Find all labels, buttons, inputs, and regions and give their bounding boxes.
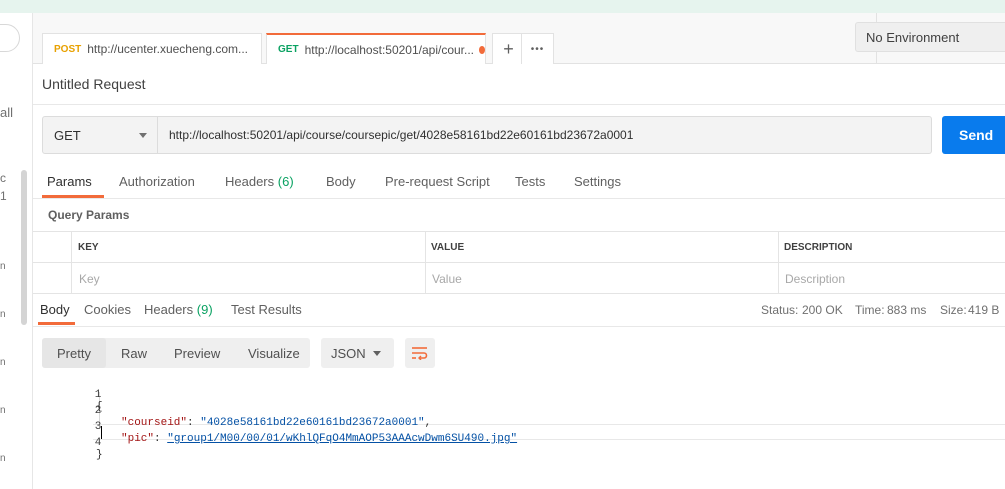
sidebar: all c 1 n n n n n: [0, 13, 33, 489]
active-tab-indicator: [38, 322, 75, 325]
method-value: GET: [54, 127, 81, 143]
tab-params[interactable]: Params: [47, 174, 92, 189]
format-pretty-button[interactable]: Pretty: [57, 346, 91, 361]
divider: [33, 104, 1005, 105]
tab-settings[interactable]: Settings: [574, 174, 621, 189]
environment-selector[interactable]: No Environment: [855, 22, 1005, 52]
code-text: }: [96, 449, 103, 461]
tab-get-request[interactable]: GET http://localhost:50201/api/cour...: [266, 33, 486, 64]
time-value[interactable]: 883 ms: [887, 303, 926, 317]
active-tab-indicator: [42, 195, 104, 198]
format-raw-button[interactable]: Raw: [121, 346, 147, 361]
wrap-lines-button[interactable]: [405, 338, 435, 368]
tab-cookies[interactable]: Cookies: [84, 302, 131, 317]
tab-headers[interactable]: Headers (6): [225, 174, 294, 189]
request-title[interactable]: Untitled Request: [42, 76, 146, 92]
sidebar-fragment: 1: [0, 189, 7, 203]
unsaved-dot-icon: [479, 45, 485, 54]
query-params-label: Query Params: [48, 208, 130, 222]
url-input[interactable]: http://localhost:50201/api/course/course…: [157, 116, 932, 154]
method-select[interactable]: GET: [42, 116, 158, 154]
status-value[interactable]: 200 OK: [802, 303, 843, 317]
format-visualize-button[interactable]: Visualize: [248, 346, 300, 361]
sidebar-scrollbar[interactable]: [21, 170, 27, 325]
tab-prerequest-script[interactable]: Pre-request Script: [385, 174, 490, 189]
tab-options-button[interactable]: •••: [521, 33, 554, 64]
tab-headers-label: Headers: [225, 174, 275, 189]
top-strip: [0, 0, 1005, 13]
tab-body[interactable]: Body: [326, 174, 356, 189]
tab-response-headers[interactable]: Headers (9): [144, 302, 213, 317]
format-toggle: Pretty Raw Preview Visualize: [42, 338, 310, 368]
value-input[interactable]: Value: [432, 272, 462, 286]
column-header-description: DESCRIPTION: [784, 242, 853, 253]
sidebar-fragment: n: [0, 357, 6, 368]
headers-count: (6): [277, 174, 294, 189]
chevron-down-icon: [373, 351, 381, 356]
sidebar-fragment: n: [0, 309, 6, 320]
format-type-value: JSON: [331, 345, 366, 361]
code-line: 4 }: [33, 425, 1005, 461]
tab-url: http://ucenter.xuecheng.com...: [87, 42, 248, 56]
sidebar-fragment: n: [0, 453, 6, 464]
tab-response-headers-label: Headers: [144, 302, 194, 317]
code-line: 1 {: [33, 377, 1005, 413]
status-label: Status:: [761, 303, 799, 317]
response-headers-count: (9): [196, 302, 213, 317]
chevron-down-icon: [139, 133, 147, 138]
response-tabs: Body Cookies Headers (9) Test Results St…: [33, 294, 1005, 327]
divider: [33, 262, 1005, 263]
code-line: 3 "pic": "group1/M00/00/01/wKhlQFqO4MmAO…: [33, 409, 1005, 445]
tab-method: POST: [54, 43, 82, 55]
environment-label: No Environment: [866, 29, 960, 45]
tab-tests[interactable]: Tests: [515, 174, 545, 189]
sidebar-fragment: c: [0, 171, 6, 185]
more-icon: •••: [530, 43, 545, 55]
url-value: http://localhost:50201/api/course/course…: [169, 128, 634, 142]
description-input[interactable]: Description: [785, 272, 845, 286]
code-line: 2 "courseid": "4028e58161bd22e60161bd236…: [33, 393, 1005, 429]
sidebar-fragment: n: [0, 261, 6, 272]
format-preview-button[interactable]: Preview: [174, 346, 220, 361]
column-header-key: KEY: [78, 242, 99, 253]
sidebar-fragment[interactable]: all: [0, 105, 13, 120]
wrap-icon: [412, 347, 428, 360]
tab-response-body[interactable]: Body: [40, 302, 70, 317]
query-params-table: KEY VALUE DESCRIPTION Key Value Descript…: [33, 231, 1005, 294]
time-label: Time:: [855, 303, 885, 317]
tab-method: GET: [278, 44, 299, 55]
sidebar-search-pill[interactable]: [0, 24, 20, 52]
request-tabs: Params Authorization Headers (6) Body Pr…: [33, 165, 1005, 199]
tab-test-results[interactable]: Test Results: [231, 302, 302, 317]
send-button[interactable]: Send: [942, 116, 1005, 154]
column-header-value: VALUE: [431, 242, 465, 253]
tab-post-request[interactable]: POST http://ucenter.xuecheng.com...: [42, 33, 262, 64]
size-value[interactable]: 419 B: [968, 303, 999, 317]
tab-authorization[interactable]: Authorization: [119, 174, 195, 189]
line-number: 4: [94, 437, 102, 449]
size-label: Size:: [940, 303, 967, 317]
plus-icon: +: [503, 38, 514, 59]
tab-url: http://localhost:50201/api/cour...: [304, 42, 475, 57]
sidebar-fragment: n: [0, 405, 6, 416]
format-type-select[interactable]: JSON: [321, 338, 394, 368]
response-body-editor[interactable]: 1 { 2 "courseid": "4028e58161bd22e60161b…: [33, 376, 1005, 461]
key-input[interactable]: Key: [79, 272, 100, 286]
send-label: Send: [959, 127, 994, 143]
text-cursor: [101, 426, 102, 439]
